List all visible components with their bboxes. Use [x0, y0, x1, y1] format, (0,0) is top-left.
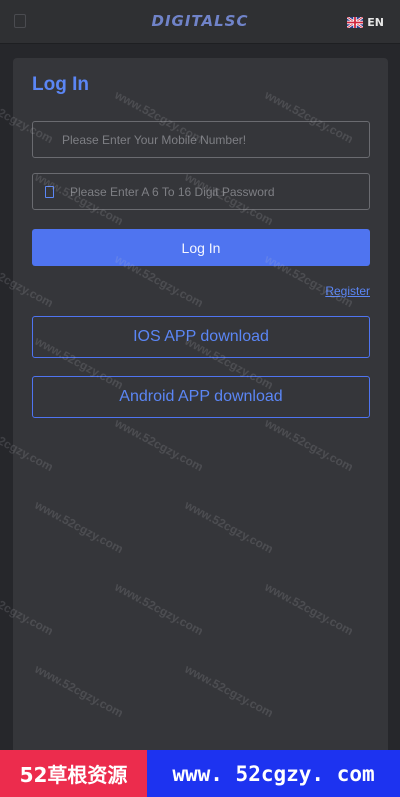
- login-button[interactable]: Log In: [32, 229, 370, 266]
- register-link[interactable]: Register: [325, 284, 370, 298]
- uk-flag-icon: [347, 16, 364, 28]
- brand-logo: DIGITALSC: [151, 12, 249, 30]
- page-title: Log In: [32, 74, 89, 95]
- password-input[interactable]: [70, 184, 369, 199]
- language-label: EN: [367, 15, 384, 29]
- mobile-number-input[interactable]: [62, 132, 369, 147]
- ios-download-button[interactable]: IOS APP download: [32, 316, 370, 358]
- banner-left-text: 52草根资源: [0, 750, 147, 797]
- password-field[interactable]: [32, 173, 370, 210]
- login-panel: Log In Log In Register IOS APP download …: [13, 58, 388, 758]
- language-selector[interactable]: EN: [347, 14, 384, 30]
- top-bar: DIGITALSC EN: [0, 0, 400, 44]
- lock-icon: [45, 185, 54, 198]
- android-download-button[interactable]: Android APP download: [32, 376, 370, 418]
- banner-right-text: www. 52cgzy. com: [147, 750, 400, 797]
- watermark-banner: 52草根资源 www. 52cgzy. com: [0, 750, 400, 797]
- mobile-number-field[interactable]: [32, 121, 370, 158]
